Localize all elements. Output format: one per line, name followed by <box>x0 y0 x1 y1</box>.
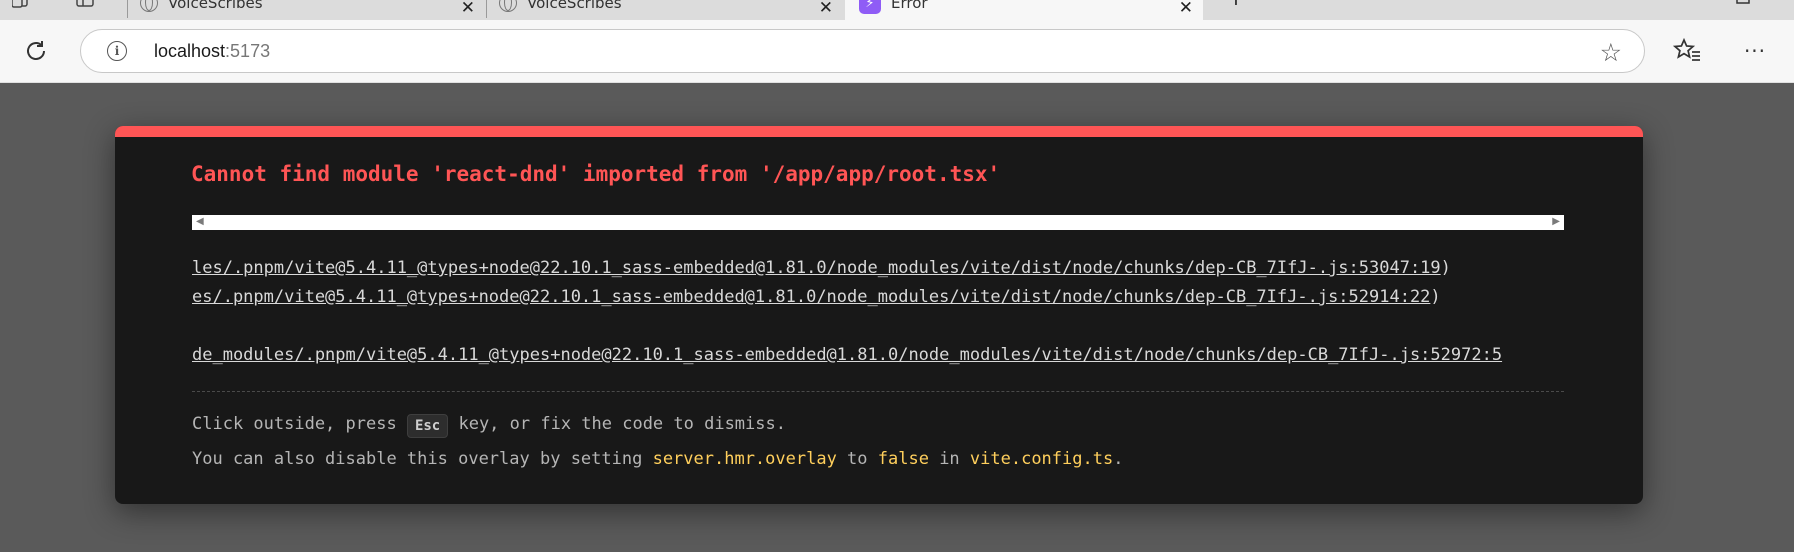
tab-voicescribes-1[interactable]: VoiceScribes ✕ <box>128 0 485 20</box>
divider <box>192 391 1564 392</box>
close-tab-icon[interactable]: ✕ <box>819 0 833 18</box>
stack-line: de_modules/.pnpm/vite@5.4.11_@types+node… <box>192 345 1564 365</box>
tab-error[interactable]: ⚡ Error ✕ <box>845 0 1203 20</box>
horizontal-scrollbar[interactable]: ◀ ▶ <box>192 215 1564 230</box>
address-bar[interactable]: i localhost:5173 ☆ <box>80 29 1645 73</box>
favorite-star-icon[interactable]: ☆ <box>1600 38 1622 67</box>
stack-line: es/.pnpm/vite@5.4.11_@types+node@22.10.1… <box>192 287 1441 307</box>
config-file: vite.config.ts <box>969 449 1114 469</box>
window-controls-icon[interactable] <box>1735 0 1751 6</box>
close-tab-icon[interactable]: ✕ <box>461 0 475 18</box>
tab-actions-icon[interactable] <box>76 0 94 8</box>
new-tab-icon[interactable]: + <box>1227 0 1245 11</box>
esc-key: Esc <box>406 414 449 438</box>
more-options-icon[interactable]: ··· <box>1740 37 1770 65</box>
browser-toolbar: i localhost:5173 ☆ ··· <box>0 20 1794 83</box>
stack-file-link[interactable]: de_modules/.pnpm/vite@5.4.11_@types+node… <box>192 345 1502 365</box>
disable-overlay-tip: You can also disable this overlay by set… <box>192 449 1124 469</box>
setting-value: false <box>877 449 929 469</box>
workspaces-icon[interactable] <box>12 0 32 10</box>
stack-file-link[interactable]: les/.pnpm/vite@5.4.11_@types+node@22.10.… <box>192 258 1441 278</box>
vite-favicon-icon: ⚡ <box>859 0 881 14</box>
close-tab-icon[interactable]: ✕ <box>1179 0 1193 18</box>
stack-file-link[interactable]: es/.pnpm/vite@5.4.11_@types+node@22.10.1… <box>192 287 1430 307</box>
refresh-icon[interactable] <box>22 37 50 65</box>
error-accent-bar <box>115 126 1643 137</box>
tab-title: Error <box>891 0 928 12</box>
globe-icon <box>140 0 158 12</box>
site-info-icon[interactable]: i <box>107 41 127 61</box>
error-overlay[interactable]: Cannot find module 'react-dnd' imported … <box>115 126 1643 504</box>
setting-name: server.hmr.overlay <box>652 449 837 469</box>
tab-title: VoiceScribes <box>527 0 622 12</box>
dismiss-tip: Click outside, press Esc key, or fix the… <box>192 413 786 438</box>
error-message: Cannot find module 'react-dnd' imported … <box>191 162 1001 186</box>
tab-title: VoiceScribes <box>168 0 263 12</box>
scroll-left-arrow-icon[interactable]: ◀ <box>196 216 204 227</box>
url-text[interactable]: localhost:5173 <box>154 41 270 62</box>
scroll-right-arrow-icon[interactable]: ▶ <box>1552 216 1560 227</box>
globe-icon <box>499 0 517 12</box>
tab-voicescribes-2[interactable]: VoiceScribes ✕ <box>487 0 843 20</box>
favorites-icon[interactable] <box>1672 37 1702 65</box>
tab-strip: VoiceScribes ✕ VoiceScribes ✕ ⚡ Error ✕ … <box>0 0 1794 20</box>
stack-line: les/.pnpm/vite@5.4.11_@types+node@22.10.… <box>192 258 1451 278</box>
